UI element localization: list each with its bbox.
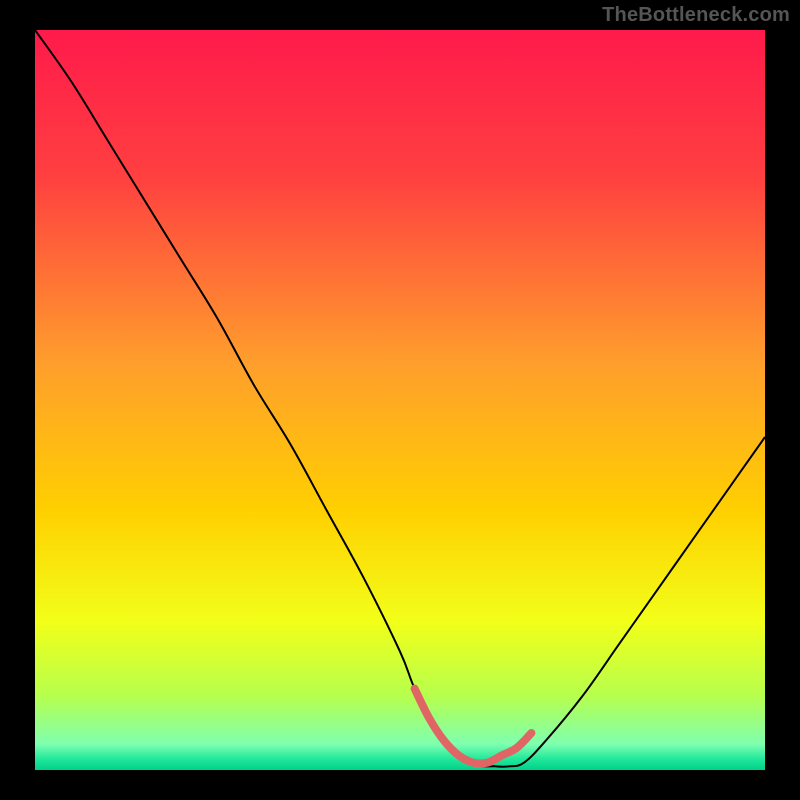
bottleneck-plot — [35, 30, 765, 770]
chart-frame: TheBottleneck.com — [0, 0, 800, 800]
gradient-background — [35, 30, 765, 770]
plot-svg — [35, 30, 765, 770]
watermark-label: TheBottleneck.com — [602, 4, 790, 27]
